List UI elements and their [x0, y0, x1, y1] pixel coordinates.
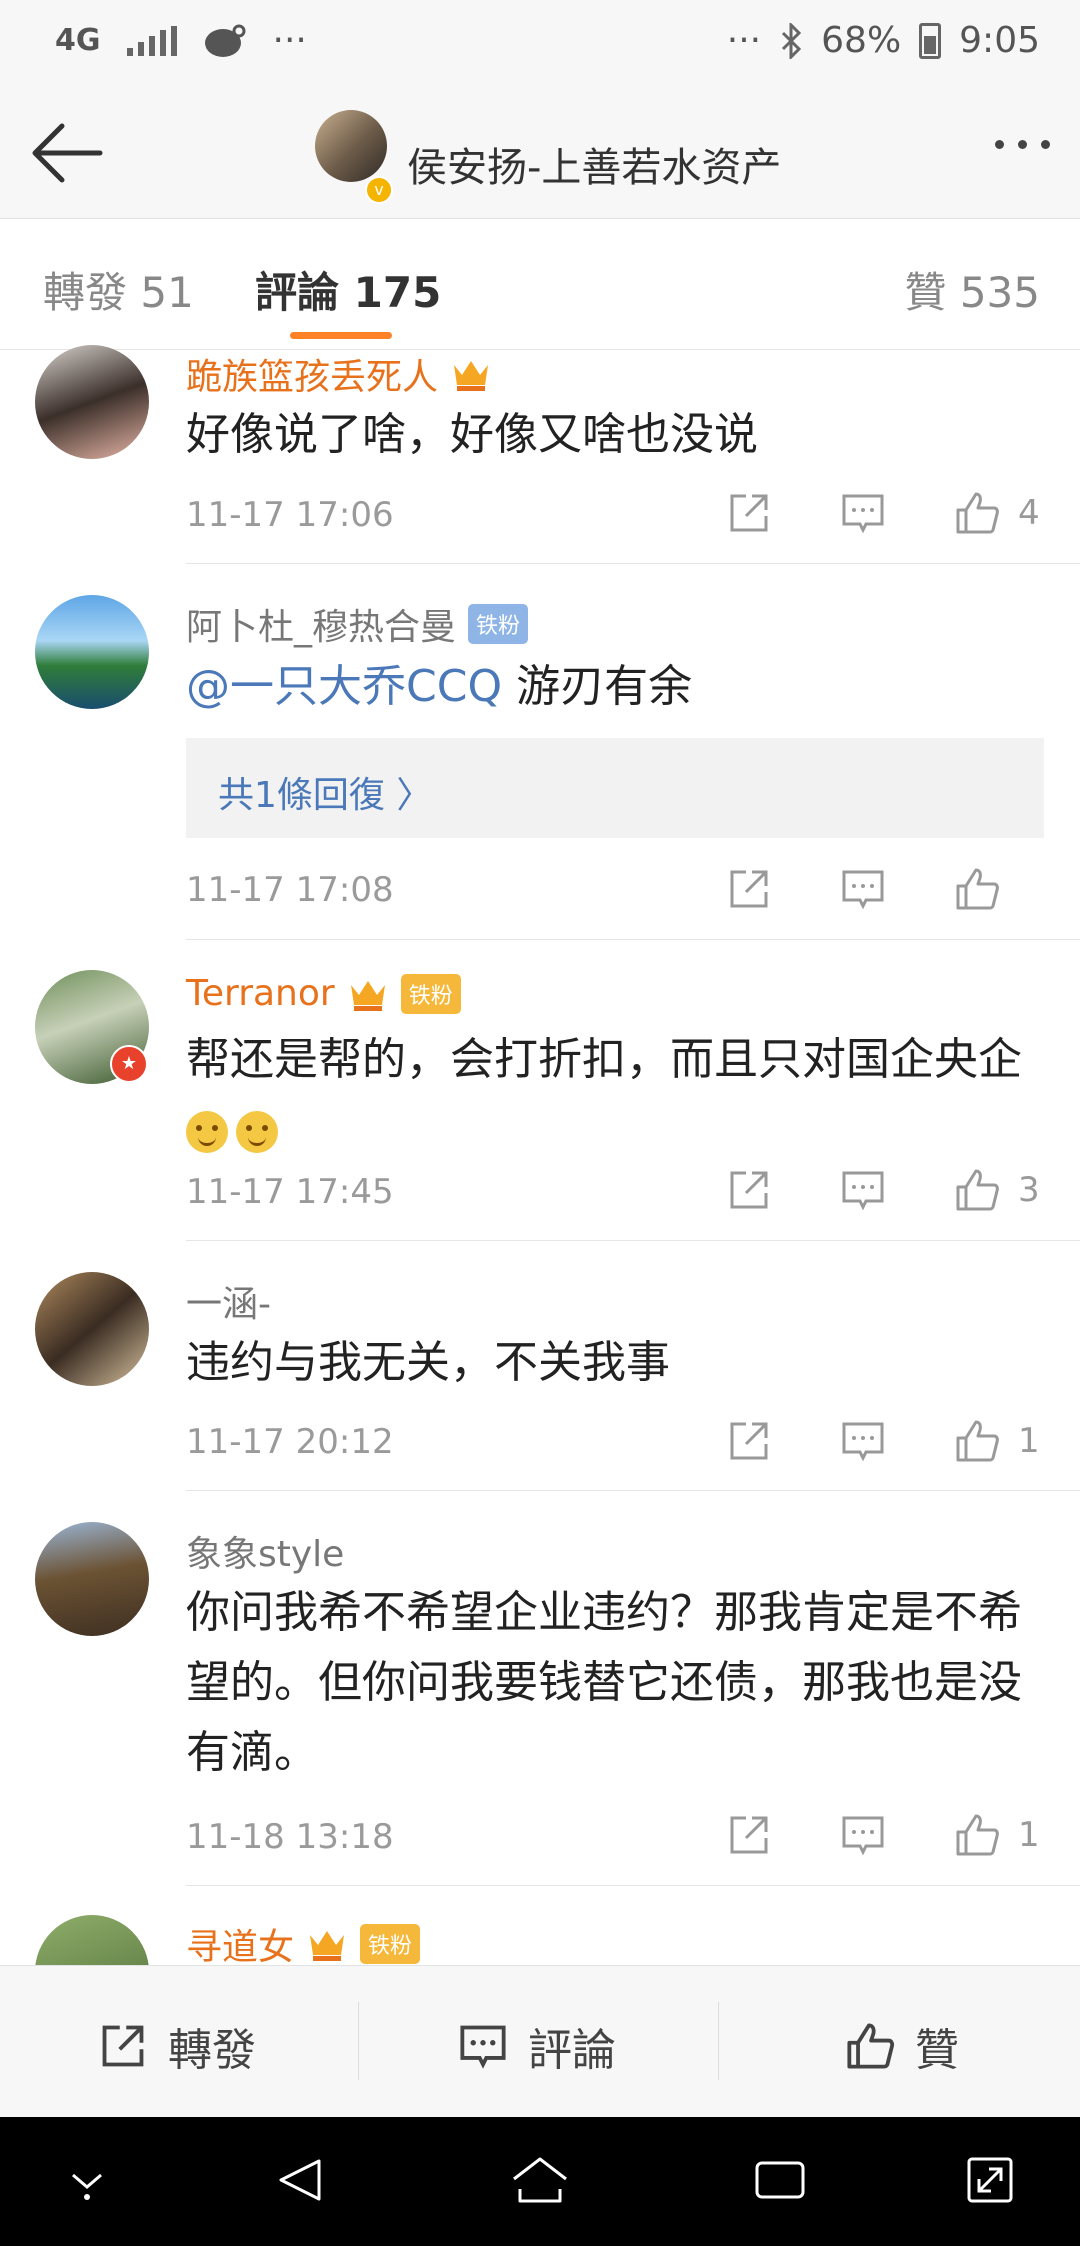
like-icon — [847, 2023, 895, 2069]
fan-badge: 铁粉 — [360, 1924, 421, 1964]
home-icon[interactable] — [510, 2155, 570, 2205]
comment-item: 寻道女 铁粉 — [0, 0, 1080, 1965]
like-button[interactable]: 贊 — [845, 2014, 959, 2078]
rotate-screen-icon[interactable] — [965, 2155, 1015, 2205]
bar-divider — [358, 2002, 359, 2080]
commenter-avatar[interactable] — [35, 1915, 149, 1965]
bar-divider — [718, 2002, 719, 2080]
forward-icon — [102, 2025, 144, 2067]
commenter-name[interactable]: 寻道女 — [186, 1918, 294, 1965]
like-label: 贊 — [915, 2025, 959, 2076]
comment-icon — [460, 2025, 506, 2069]
member-crown-icon — [310, 1931, 345, 1961]
forward-button[interactable]: 轉發 — [98, 2014, 256, 2078]
comment-label: 評論 — [528, 2025, 616, 2076]
back-icon[interactable] — [275, 2155, 325, 2205]
system-navigation-bar — [0, 2117, 1080, 2246]
forward-label: 轉發 — [168, 2025, 256, 2076]
bottom-action-bar: 轉發 評論 贊 — [0, 1965, 1080, 2118]
recent-apps-icon[interactable] — [753, 2155, 807, 2205]
hide-keyboard-icon[interactable] — [65, 2155, 109, 2205]
comment-button[interactable]: 評論 — [458, 2014, 616, 2078]
